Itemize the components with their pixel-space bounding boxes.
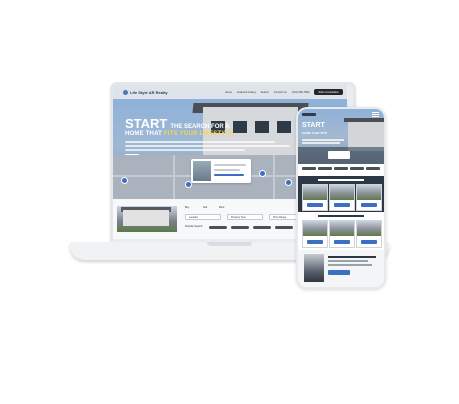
phone-section-title [318,179,364,181]
phone-search-chip[interactable] [318,167,332,170]
map-road [273,155,275,199]
hero-heading-small: THE SEARCH FOR A [170,124,230,130]
house-window [277,121,291,133]
nav-item-featured-listing[interactable]: Featured Listing [237,91,256,94]
phone-search-bar [298,164,384,176]
agent-text-line [328,260,368,262]
popular-search-chip[interactable] [209,226,227,229]
hero-paragraph-line [125,145,290,147]
popup-house-image [193,161,211,181]
location-select[interactable]: Location [185,214,221,220]
hero-subheading: HOME THAT FITS YOUR LIFESTYLE [125,131,234,137]
popup-price [214,174,244,176]
map-road [173,155,175,199]
phone-listing-card[interactable] [356,220,382,248]
map-listing-popup[interactable] [191,159,251,183]
top-navigation: Life Style AR Realty Home Featured Listi… [113,85,347,99]
agent-photo [304,254,324,282]
phone-hero-heading: START [302,122,325,129]
nav-item-home[interactable]: Home [225,91,232,94]
phone-hero-text-line [302,142,340,144]
listing-image [303,185,327,200]
phone-search-chip[interactable] [302,167,316,170]
map-pin-icon[interactable] [121,177,128,184]
listing-button[interactable] [307,240,323,244]
property-type-select-value: Property Type [231,215,246,219]
tab-sell[interactable]: Sell [203,206,207,209]
phone-frame: START HOME THAT FITS [296,107,386,289]
hero-subheading-prefix: HOME THAT [125,131,163,137]
phone-search-chip[interactable] [334,167,348,170]
agent-contact-button[interactable] [328,270,350,275]
nav-phone-number[interactable]: (123) 456-7890 [292,91,310,94]
map-pin-icon[interactable] [285,179,292,186]
listing-button[interactable] [334,203,350,207]
popular-search-chip[interactable] [275,226,293,229]
house-window [233,121,247,133]
listing-image [330,221,354,236]
tab-rent[interactable]: Rent [219,206,224,209]
popup-text-line [214,164,246,166]
brand-logo[interactable]: Life Style AR Realty [123,89,168,95]
phone-listing-card[interactable] [302,184,328,211]
phone-agent-section [298,250,384,287]
logo-icon [123,89,128,95]
hero-heading-big: START [125,116,168,131]
listing-button[interactable] [361,203,377,207]
nav-links: Home Featured Listing Search Contact Us … [220,89,343,95]
phone-listing-card[interactable] [356,184,382,211]
brand-name: Life Style AR Realty [130,89,168,95]
listing-image [330,185,354,200]
phone-listing-card[interactable] [329,184,355,211]
phone-listing-card[interactable] [329,220,355,248]
nav-item-contact[interactable]: Contact Us [274,91,287,94]
phone-hero-text-line [302,139,344,141]
agent-text-line [328,256,376,258]
laptop-hinge-notch [207,242,252,246]
agent-text-line [328,264,372,266]
start-consultation-button[interactable]: Start Consultation [314,89,343,95]
phone-featured-section [298,176,384,212]
phone-hero-roof [344,118,384,122]
hero-paragraph-line [125,149,245,151]
house-window [255,121,269,133]
popup-text-line [214,169,240,171]
map-pin-icon[interactable] [259,170,266,177]
hero-paragraph-line [125,141,275,143]
phone-screen: START HOME THAT FITS [298,109,384,287]
listing-image [357,221,381,236]
hero-subheading-highlight: FITS YOUR LIFESTYLE [163,131,234,137]
price-range-select-value: Price Range [273,215,287,219]
listing-image [357,185,381,200]
featured-house-body [123,210,169,226]
popular-search-chip[interactable] [253,226,271,229]
phone-listing-section [298,212,384,250]
phone-logo[interactable] [302,113,316,116]
listing-button[interactable] [307,203,323,207]
phone-menu-icon[interactable] [372,112,379,117]
phone-map-popup[interactable] [328,151,350,159]
nav-item-search[interactable]: Search [261,91,269,94]
phone-search-chip[interactable] [366,167,380,170]
listing-button[interactable] [361,240,377,244]
location-select-value: Location [189,215,199,219]
phone-hero-subheading: HOME THAT FITS [302,131,327,135]
popular-search-label: Popular Search: [185,225,203,228]
listing-image [303,221,327,236]
phone-listing-card[interactable] [302,220,328,248]
listing-button[interactable] [334,240,350,244]
popular-search-chip[interactable] [231,226,249,229]
property-type-select[interactable]: Property Type [227,214,263,220]
tab-buy[interactable]: Buy [185,206,189,209]
phone-search-chip[interactable] [350,167,364,170]
phone-section-title [318,215,364,217]
